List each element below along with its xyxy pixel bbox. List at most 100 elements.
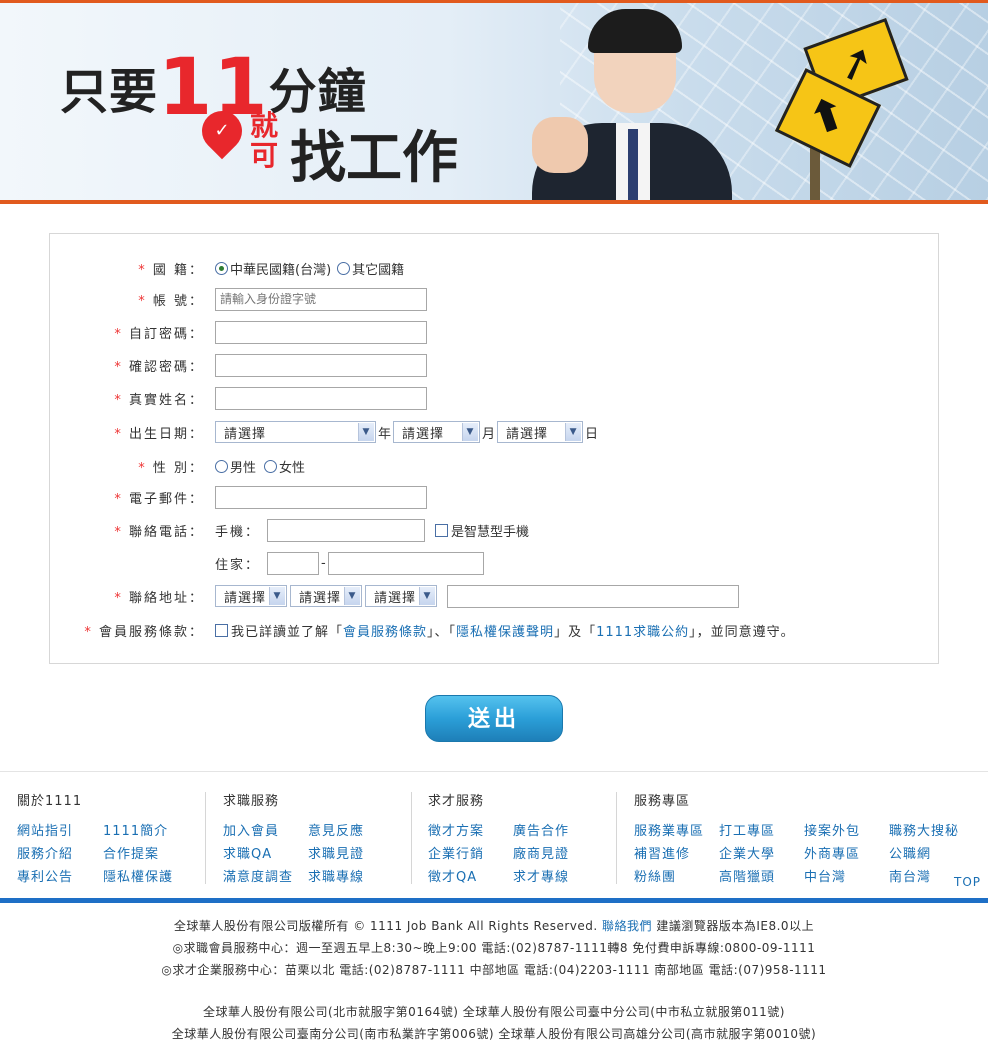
row-confirm-password: * 確認密碼：	[50, 353, 938, 377]
footer-link[interactable]: 求職QA	[223, 843, 272, 862]
footer-link[interactable]: 粉絲團	[634, 866, 676, 885]
phone-label: * 聯絡電話：	[114, 524, 204, 540]
footer-link[interactable]: 服務介紹	[17, 843, 73, 862]
footer-link[interactable]: 廠商見證	[513, 843, 569, 862]
nationality-roc-label[interactable]: 中華民國籍(台灣)	[230, 259, 331, 278]
copyright-line-2: ◎求職會員服務中心：週一至週五早上8:30~晚上9:00 電話:(02)8787…	[172, 941, 816, 955]
footer-link[interactable]: 求才專線	[513, 866, 569, 885]
submit-button[interactable]: 送出	[425, 695, 563, 742]
nationality-other-label[interactable]: 其它國籍	[352, 259, 404, 278]
footer-link[interactable]: 打工專區	[719, 820, 775, 839]
birth-day-select[interactable]: 請選擇 ▼	[497, 421, 584, 443]
address-district-select[interactable]: 請選擇 ▼	[290, 585, 362, 607]
gender-female-label[interactable]: 女性	[279, 457, 305, 476]
row-address: * 聯絡地址： 請選擇 ▼ 請選擇 ▼ 請選擇 ▼	[50, 584, 938, 608]
chevron-down-icon: ▼	[358, 423, 374, 441]
terms-label: * 會員服務條款：	[84, 624, 204, 640]
email-label: * 電子郵件：	[114, 491, 204, 507]
home-number-input[interactable]	[327, 551, 484, 575]
footer-link[interactable]: 求職專線	[308, 866, 364, 885]
birth-year-select[interactable]: 請選擇 ▼	[215, 421, 376, 443]
banner-person-image	[532, 9, 732, 200]
gender-male-label[interactable]: 男性	[230, 457, 256, 476]
footer-link[interactable]: 合作提案	[103, 843, 159, 862]
footer-link[interactable]: 徵才QA	[428, 866, 477, 885]
address-road-select[interactable]: 請選擇 ▼	[365, 585, 437, 607]
footer-col-employer: 求才服務 徵才方案 廣告合作 企業行銷 廠商見證 徵才QA 求才專線	[428, 790, 568, 885]
footer-link[interactable]: 高階獵頭	[719, 866, 775, 885]
footer-link[interactable]: 企業大學	[719, 843, 775, 862]
footer-col-title: 關於1111	[17, 794, 83, 809]
contact-us-link[interactable]: 聯絡我們	[602, 919, 652, 933]
footer-link[interactable]: 意見反應	[308, 820, 364, 839]
home-area-code-input[interactable]	[267, 551, 319, 575]
footer-link[interactable]: 專利公告	[17, 866, 73, 885]
footer-col-title: 求才服務	[428, 794, 485, 809]
smartphone-checkbox[interactable]	[435, 523, 448, 537]
footer-divider	[616, 792, 617, 884]
row-phone-home: 住家： -	[50, 551, 938, 575]
account-label: * 帳 號：	[138, 293, 204, 309]
privacy-policy-link[interactable]: 隱私權保護聲明	[456, 621, 554, 640]
nationality-roc-radio[interactable]	[215, 261, 228, 275]
footer-col-jobseeker: 求職服務 加入會員 意見反應 求職QA 求職見證 滿意度調查 求職專線	[223, 790, 363, 885]
account-input[interactable]	[215, 287, 427, 311]
confirm-password-input[interactable]	[215, 353, 427, 377]
month-unit: 月	[482, 426, 496, 442]
mobile-input[interactable]	[267, 518, 425, 542]
terms-agree-checkbox[interactable]	[215, 623, 228, 637]
footer-link[interactable]: 企業行銷	[428, 843, 484, 862]
smartphone-label[interactable]: 是智慧型手機	[451, 521, 529, 540]
nationality-label: * 國 籍：	[138, 262, 204, 278]
footer-link[interactable]: 網站指引	[17, 820, 73, 839]
footer-col-title: 服務專區	[634, 794, 691, 809]
birth-month-select[interactable]: 請選擇 ▼	[393, 421, 481, 443]
job-covenant-link[interactable]: 1111求職公約	[596, 621, 689, 640]
row-email: * 電子郵件：	[50, 485, 938, 509]
real-name-input[interactable]	[215, 386, 427, 410]
slogan-prefix: 只要	[60, 64, 159, 120]
chevron-down-icon: ▼	[565, 423, 582, 441]
slogan-jiu: 就可	[250, 109, 279, 172]
address-city-select[interactable]: 請選擇 ▼	[215, 585, 287, 607]
slogan-main: 找工作	[290, 126, 458, 191]
footer-link[interactable]: 接案外包	[804, 820, 860, 839]
real-name-label: * 真實姓名：	[114, 392, 204, 408]
row-password: * 自訂密碼：	[50, 320, 938, 344]
home-phone-label: 住家：	[215, 557, 261, 573]
row-real-name: * 真實姓名：	[50, 386, 938, 410]
birthday-label: * 出生日期：	[114, 426, 204, 442]
footer-link[interactable]: 補習進修	[634, 843, 690, 862]
registration-form: * 國 籍： 中華民國籍(台灣) 其它國籍 * 帳 號： * 自訂密碼： * 確…	[49, 233, 939, 664]
footer-link[interactable]: 求職見證	[308, 843, 364, 862]
footer-link[interactable]: 隱私權保護	[103, 866, 173, 885]
password-input[interactable]	[215, 320, 427, 344]
back-to-top-link[interactable]: TOP	[954, 875, 981, 889]
footer-link[interactable]: 1111簡介	[103, 820, 168, 839]
address-detail-input[interactable]	[447, 584, 739, 608]
footer-link[interactable]: 公職網	[889, 843, 931, 862]
footer-link[interactable]: 徵才方案	[428, 820, 484, 839]
copyright-line-4: 全球華人股份有限公司(北市就服字第0164號) 全球華人股份有限公司臺中分公司(…	[203, 1005, 785, 1019]
footer-link[interactable]: 職務大搜秘	[889, 820, 959, 839]
footer-link[interactable]: 滿意度調查	[223, 866, 293, 885]
address-label: * 聯絡地址：	[114, 590, 204, 606]
gender-female-radio[interactable]	[264, 459, 278, 473]
footer-link[interactable]: 廣告合作	[513, 820, 569, 839]
mobile-label: 手機：	[215, 524, 261, 540]
gender-male-radio[interactable]	[215, 459, 228, 473]
copyright-line-5: 全球華人股份有限公司臺南分公司(南市私業許字第006號) 全球華人股份有限公司高…	[171, 1027, 817, 1041]
footer-col-about: 關於1111 網站指引 1111簡介 服務介紹 合作提案 專利公告 隱私權保護	[17, 790, 172, 885]
nationality-other-radio[interactable]	[337, 261, 351, 275]
footer-link[interactable]: 中台灣	[804, 866, 846, 885]
terms-of-service-link[interactable]: 會員服務條款	[343, 621, 427, 640]
footer-links: 關於1111 網站指引 1111簡介 服務介紹 合作提案 專利公告 隱私權保護 …	[0, 771, 988, 898]
footer-link[interactable]: 南台灣	[889, 866, 931, 885]
gender-label: * 性 別：	[138, 460, 204, 476]
footer-link[interactable]: 加入會員	[223, 820, 279, 839]
footer-link[interactable]: 外商專區	[804, 843, 860, 862]
email-input[interactable]	[215, 485, 427, 509]
row-gender: * 性 別： 男性 女性	[50, 454, 938, 478]
day-unit: 日	[585, 426, 599, 442]
footer-link[interactable]: 服務業專區	[634, 820, 704, 839]
